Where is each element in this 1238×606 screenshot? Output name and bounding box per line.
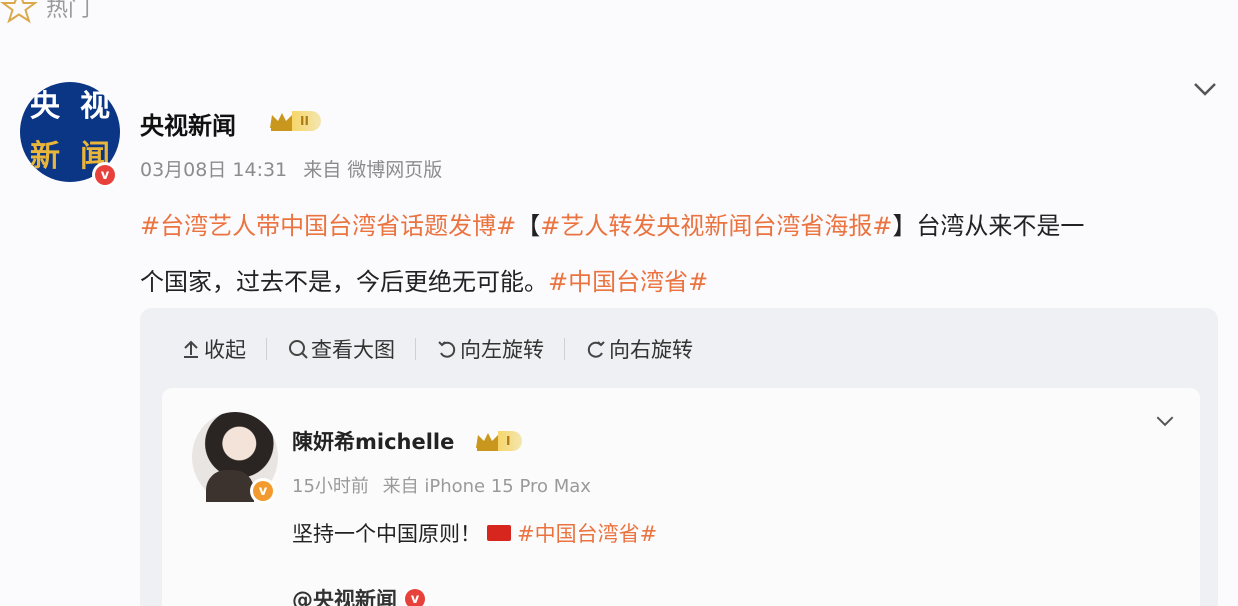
toolbar-divider	[564, 338, 565, 360]
china-flag-icon	[487, 525, 511, 541]
post-meta: 03月08日 14:31 来自 微博网页版	[140, 155, 442, 182]
view-large-button[interactable]: 查看大图	[287, 334, 395, 364]
avatar-char: 央	[30, 89, 60, 124]
collapse-button[interactable]: 收起	[180, 334, 246, 364]
repost-author-avatar[interactable]: v	[192, 412, 278, 504]
collapse-label: 收起	[204, 338, 246, 362]
verified-badge-icon: v	[250, 478, 276, 504]
member-level: I	[498, 431, 523, 451]
rotate-left-button[interactable]: 向左旋转	[436, 334, 544, 364]
rotate-left-icon	[438, 341, 456, 358]
quoted-author: @央视新闻	[292, 588, 397, 606]
post-body: #台湾艺人带中国台湾省话题发博#【#艺人转发央视新闻台湾省海报#】台湾从来不是一…	[140, 198, 1220, 310]
rotate-left-label: 向左旋转	[460, 338, 544, 362]
member-level-badge[interactable]: I	[474, 430, 523, 452]
author-name[interactable]: 央视新闻	[140, 106, 236, 141]
author-avatar[interactable]: 央 视 新 闻 v	[20, 82, 120, 188]
toolbar-divider	[266, 338, 267, 360]
avatar-char: 视	[80, 89, 110, 124]
chevron-down-icon[interactable]	[1192, 80, 1218, 98]
post-date[interactable]: 03月08日 14:31	[140, 159, 287, 181]
quoted-mention[interactable]: @央视新闻 v	[292, 584, 427, 606]
post-text-line: 台湾从来不是一	[916, 212, 1085, 240]
tab-hot[interactable]: 热门	[0, 0, 90, 24]
member-level-badge[interactable]: II	[268, 110, 321, 132]
repost-source: 来自 iPhone 15 Pro Max	[382, 476, 591, 497]
hashtag-link[interactable]: #台湾艺人带中国台湾省话题发博#	[140, 212, 516, 240]
toolbar-divider	[415, 338, 416, 360]
avatar-char: 新	[30, 139, 60, 174]
view-large-label: 查看大图	[311, 338, 395, 362]
tab-hot-label: 热门	[46, 0, 91, 22]
repost-meta: 15小时前 来自 iPhone 15 Pro Max	[292, 472, 591, 498]
rotate-right-icon	[587, 341, 605, 358]
post-source: 来自 微博网页版	[303, 159, 443, 181]
star-icon	[0, 0, 38, 24]
topic-bracket: 【	[516, 212, 541, 240]
magnifier-icon	[289, 340, 308, 359]
post-text-line: 个国家，过去不是，今后更绝无可能。	[140, 268, 548, 296]
rotate-right-button[interactable]: 向右旋转	[585, 334, 693, 364]
verified-badge-icon: v	[92, 162, 118, 188]
member-level: II	[292, 111, 321, 131]
repost-text: 坚持一个中国原则！	[292, 522, 481, 546]
repost-author-name[interactable]: 陳妍希michelle	[292, 426, 454, 456]
collapse-arrow-icon	[184, 340, 198, 358]
hashtag-link[interactable]: #艺人转发央视新闻台湾省海报#	[540, 212, 892, 240]
hashtag-link[interactable]: #中国台湾省#	[517, 518, 657, 548]
hashtag-link[interactable]: #中国台湾省#	[548, 268, 708, 296]
rotate-right-label: 向右旋转	[609, 338, 693, 362]
topic-bracket: 】	[892, 212, 917, 240]
verified-badge-icon: v	[403, 587, 427, 606]
image-toolbar: 收起 查看大图 向左旋转 向右旋转	[180, 332, 693, 366]
repost-time: 15小时前	[292, 476, 369, 497]
repost-body: 坚持一个中国原则！ #中国台湾省#	[292, 518, 657, 548]
chevron-down-icon[interactable]	[1155, 414, 1175, 428]
